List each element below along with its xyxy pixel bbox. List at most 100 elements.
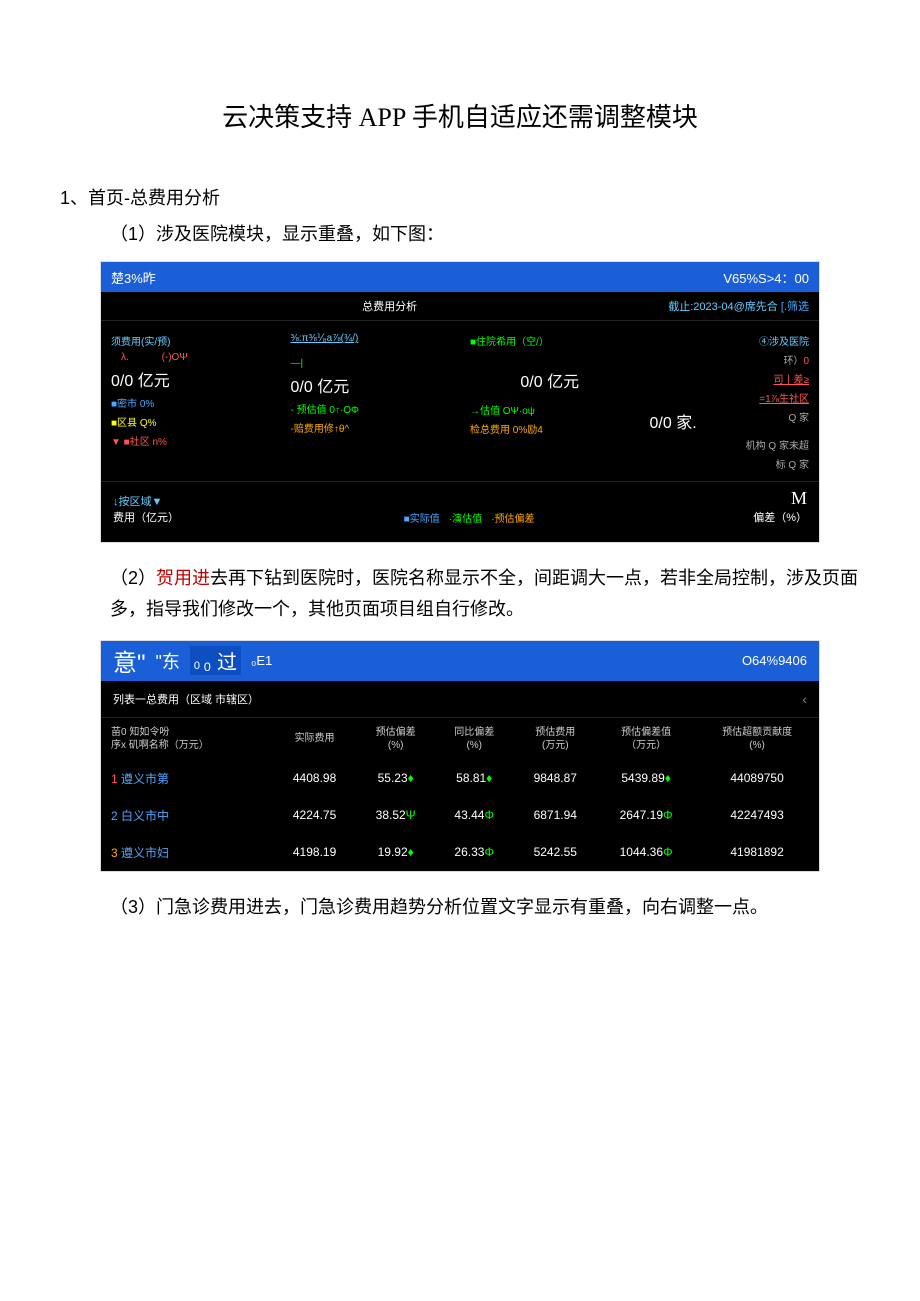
metric2-value: 0/0 亿元 (291, 373, 451, 397)
t2l1: 意" (113, 643, 146, 678)
cell-v2: 55.23♦ (356, 760, 435, 797)
metric3-r2: 检总费用 0%励4 (470, 421, 630, 436)
document-page: 云决策支持 APP 手机自适应还需调整模块 1、首页-总费用分析 （1）涉及医院… (0, 0, 920, 997)
filter-link[interactable]: [.筛选 (781, 301, 809, 313)
th-estdev: 预估偏差 (%) (356, 717, 435, 760)
sub-1-heading: （1）涉及医院模块，显示重叠，如下图： (110, 220, 860, 246)
metric1-value: 0/0 亿元 (111, 367, 271, 391)
metric2-r2: -赔费用修↑θ^ (291, 420, 451, 435)
breadcrumb-text: 列表一总费用（区域 市辖区） (113, 691, 259, 707)
metric1-sub: (-)OΨ (162, 352, 188, 363)
metric-col-3: ■住院希用（空/） 0/0 亿元 →估值 OΨ·оψ 检总费用 0%励4 (460, 321, 640, 481)
doc-title: 云决策支持 APP 手机自适应还需调整模块 (60, 97, 860, 134)
table-body: 1 遵义市第 4408.98 55.23♦ 58.81♦ 9848.87 543… (101, 760, 819, 871)
cell-v1: 4408.98 (273, 760, 357, 797)
region-dropdown[interactable]: ↓按区域▼ (113, 493, 179, 509)
legend-actual: ■实际值 (404, 514, 440, 525)
red-text: 贺用进 (156, 568, 210, 588)
header-right: 截止:2023-04@席先合 [.筛选 (668, 298, 809, 314)
cell-name: 2 白义市中 (101, 797, 273, 834)
location-text: @席先合 (734, 301, 778, 313)
footer-right: M 偏差（%） (753, 488, 807, 525)
data-table: 苗0 知如令吩 序x 矶啊名称（万元） 实际费用 预估偏差 (%) 同比偏差 (… (101, 717, 819, 871)
th-devval: 预估偏差值 （万元） (597, 717, 695, 760)
th-actual: 实际费用 (273, 717, 357, 760)
status-left: 楚3%昨 (111, 268, 156, 287)
cell-v4: 6871.94 (513, 797, 597, 834)
cell-v5: 5439.89♦ (597, 760, 695, 797)
th-yoydev: 同比偏差 (%) (435, 717, 514, 760)
status-right: V65%S>4：00 (723, 268, 809, 287)
metric-col-1: 须费用(实/预) λ. (-)OΨ 0/0 亿元 ■密市 0% ■区县 Q% ▼… (101, 321, 281, 481)
cell-v3: 43.44Φ (435, 797, 514, 834)
cell-v4: 5242.55 (513, 834, 597, 871)
metric1-r1: ■密市 0% (111, 395, 271, 410)
cell-v1: 4198.19 (273, 834, 357, 871)
t2l2: "东 (156, 648, 180, 674)
metric4-r3: 0/0 家. Q 家 (650, 409, 810, 433)
chevron-left-icon[interactable]: ‹ (802, 691, 807, 707)
date-cutoff: 截止:2023-04 (668, 301, 733, 313)
table-header-row: 苗0 知如令吩 序x 矶啊名称（万元） 实际费用 预估偏差 (%) 同比偏差 (… (101, 717, 819, 760)
chart-legend: ■实际值 ·演估值 ·预估偏差 (398, 510, 535, 525)
metric3-title: ■住院希用（空/） (470, 333, 630, 348)
page-header-row: 总费用分析 截止:2023-04@席先合 [.筛选 (101, 292, 819, 321)
footer-left: ↓按区域▼ 费用（亿元） (113, 493, 179, 525)
metric2-title: ⅜:π⅜⅟₈a⅞(¾/) (291, 333, 451, 344)
legend-est: ·演估值 (449, 514, 482, 525)
cell-v5: 1044.36Φ (597, 834, 695, 871)
status-bar-2: 意" "东 0 ₀ 过 ₀E1 O64%9406 (101, 641, 819, 681)
cell-v5: 2647.19Φ (597, 797, 695, 834)
metrics-row: 须费用(实/预) λ. (-)OΨ 0/0 亿元 ■密市 0% ■区县 Q% ▼… (101, 321, 819, 481)
metric1-r2: ■区县 Q% (111, 414, 271, 429)
metric4-r5: 标 Q 家 (650, 456, 810, 471)
metric1-title: 须费用(实/预) (111, 333, 271, 348)
th-name: 苗0 知如令吩 序x 矶啊名称（万元） (101, 717, 273, 760)
t2l3: 0 ₀ 过 (190, 646, 241, 675)
paragraph-2: （2）贺用进去再下钻到医院时，医院名称显示不全，间距调大一点，若非全局控制，涉及… (110, 563, 860, 624)
section-1-heading: 1、首页-总费用分析 (60, 184, 860, 210)
metric4-title: ④涉及医院 (650, 333, 810, 348)
status2-left: 意" "东 0 ₀ 过 ₀E1 (113, 643, 272, 678)
status2-right: O64%9406 (742, 653, 807, 668)
metric4-r2: =1⅞生社区 (650, 390, 810, 405)
cell-v3: 58.81♦ (435, 760, 514, 797)
cell-v6: 44089750 (695, 760, 819, 797)
cell-v4: 9848.87 (513, 760, 597, 797)
table-row[interactable]: 2 白义市中 4224.75 38.52Ψ 43.44Φ 6871.94 264… (101, 797, 819, 834)
chart-footer: ↓按区域▼ 费用（亿元） ■实际值 ·演估值 ·预估偏差 M 偏差（%） (101, 481, 819, 531)
metric3-r1: →估值 OΨ·оψ (470, 402, 630, 417)
page-title: 总费用分析 (111, 298, 668, 314)
dev-axis-label: 偏差（%） (753, 509, 807, 525)
metric4-r4: 机构 Q 家未超 (650, 437, 810, 452)
m-label: M (753, 488, 807, 509)
cell-v6: 42247493 (695, 797, 819, 834)
metric-col-4: ④涉及医院 环）0 司丨差≥ =1⅞生社区 0/0 家. Q 家 机构 Q 家未… (640, 321, 820, 481)
cell-v2: 38.52Ψ (356, 797, 435, 834)
cell-name: 1 遵义市第 (101, 760, 273, 797)
metric1-r3: ▼ ■社区 n% (111, 433, 271, 448)
metric3-value: 0/0 亿元 (470, 368, 630, 392)
metric1-sub-row: λ. (-)OΨ (111, 352, 271, 363)
metric-col-2: ⅜:π⅜⅟₈a⅞(¾/) —| 0/0 亿元 - 预估值 0↑·OΦ -赔费用修… (281, 321, 461, 481)
cell-v3: 26.33Φ (435, 834, 514, 871)
t2l4: ₀E1 (251, 653, 272, 668)
cell-v6: 41981892 (695, 834, 819, 871)
cell-v1: 4224.75 (273, 797, 357, 834)
screenshot-2: 意" "东 0 ₀ 过 ₀E1 O64%9406 列表一总费用（区域 市辖区） … (100, 640, 820, 872)
table-row[interactable]: 3 遵义市妇 4198.19 19.92♦ 26.33Φ 5242.55 104… (101, 834, 819, 871)
breadcrumb: 列表一总费用（区域 市辖区） ‹ (101, 681, 819, 717)
cell-name: 3 遵义市妇 (101, 834, 273, 871)
th-est: 预估费用 (万元) (513, 717, 597, 760)
metric4-r0: 环）0 (650, 352, 810, 367)
status-bar: 楚3%昨 V65%S>4：00 (101, 262, 819, 292)
table-row[interactable]: 1 遵义市第 4408.98 55.23♦ 58.81♦ 9848.87 543… (101, 760, 819, 797)
metric2-r1: - 预估值 0↑·OΦ (291, 401, 451, 416)
screenshot-1: 楚3%昨 V65%S>4：00 总费用分析 截止:2023-04@席先合 [.筛… (100, 261, 820, 543)
th-contrib: 预估超额贡献度 (%) (695, 717, 819, 760)
paragraph-3: （3）门急诊费用进去，门急诊费用趋势分析位置文字显示有重叠，向右调整一点。 (110, 892, 860, 923)
legend-dev: ·预估偏差 (491, 514, 534, 525)
metric4-r1: 司丨差≥ (650, 371, 810, 386)
y-axis-label: 费用（亿元） (113, 509, 179, 525)
cell-v2: 19.92♦ (356, 834, 435, 871)
